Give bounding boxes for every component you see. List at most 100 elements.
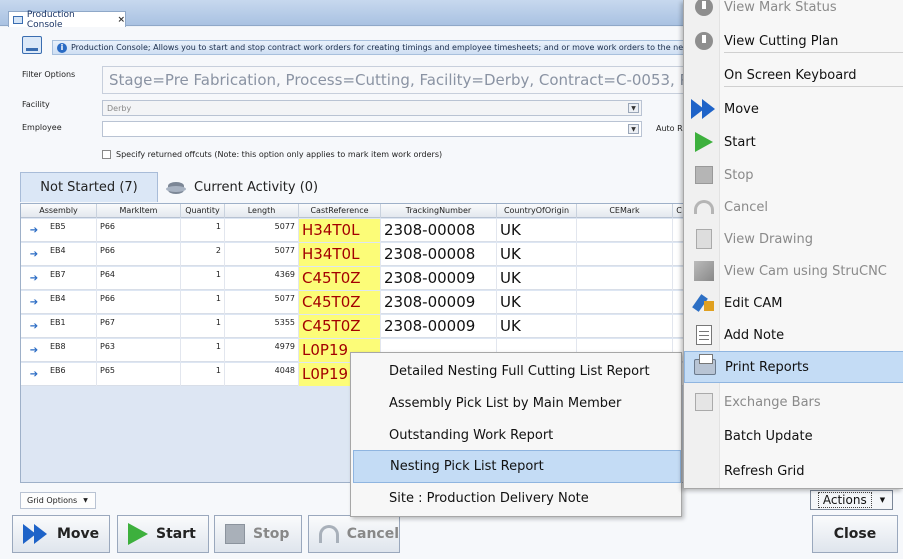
country-cell: UK	[497, 267, 577, 290]
actions-button-label: Actions	[817, 492, 872, 508]
menu-item-add-note[interactable]: Add Note	[684, 319, 903, 351]
tab-current-activity-label: Current Activity (0)	[194, 179, 319, 195]
country-cell: UK	[497, 243, 577, 266]
offcuts-checkbox[interactable]	[102, 150, 111, 159]
menu-item-start[interactable]: Start	[684, 126, 903, 158]
markitem-cell: P63	[97, 339, 181, 362]
stop-button[interactable]: Stop	[214, 515, 302, 553]
menu-item-refresh-grid[interactable]: Refresh Grid	[684, 455, 903, 487]
row-action-icon[interactable]: ➔	[21, 315, 47, 338]
column-header[interactable]: CEMark	[577, 204, 673, 218]
cancel-button-label: Cancel	[346, 526, 399, 542]
info-banner: i Production Console; Allows you to star…	[52, 40, 692, 55]
menu-item-cancel[interactable]: Cancel	[684, 191, 903, 223]
row-action-icon[interactable]: ➔	[21, 267, 47, 290]
column-header[interactable]: CountryOfOrigin	[497, 204, 577, 218]
auto-label: Auto R	[656, 124, 683, 133]
row-action-icon[interactable]: ➔	[21, 339, 47, 362]
filter-options-field[interactable]: Stage=Pre Fabrication, Process=Cutting, …	[102, 66, 692, 94]
chevron-down-icon: ▼	[628, 103, 639, 113]
table-row[interactable]: ➔ EB4 P66 2 5077 H34T0L 2308-00008 UK	[21, 243, 684, 266]
row-action-icon[interactable]: ➔	[21, 243, 47, 266]
menu-icon-slot	[684, 126, 724, 158]
table-row[interactable]: ➔ EB4 P66 1 5077 C45T0Z 2308-00009 UK	[21, 291, 684, 314]
column-header[interactable]: Quantity	[181, 204, 225, 218]
menu-item-move[interactable]: Move	[684, 93, 903, 125]
row-action-icon[interactable]: ➔	[21, 219, 47, 242]
length-cell: 5355	[225, 315, 299, 338]
table-row[interactable]: ➔ EB1 P67 1 5355 C45T0Z 2308-00009 UK	[21, 315, 684, 338]
tab-close-button[interactable]: ×	[117, 15, 125, 25]
menu-item-print-reports[interactable]: Print Reports	[684, 351, 903, 383]
length-cell: 5077	[225, 243, 299, 266]
tab-current-activity[interactable]: Current Activity (0)	[164, 172, 318, 202]
row-action-icon[interactable]: ➔	[21, 363, 47, 386]
menu-item-exchange-bars[interactable]: Exchange Bars	[684, 386, 903, 418]
start-button-label: Start	[156, 526, 196, 542]
length-cell: 4369	[225, 267, 299, 290]
assembly-cell: EB1	[47, 315, 97, 338]
quantity-cell: 1	[181, 363, 225, 386]
menu-item-label: View Cutting Plan	[724, 33, 839, 49]
menu-item-view-cam-using-strucnc[interactable]: View Cam using StruCNC	[684, 255, 903, 287]
row-action-icon[interactable]: ➔	[21, 291, 47, 314]
tracking-number-cell: 2308-00008	[381, 243, 497, 266]
menu-icon-slot	[684, 319, 724, 351]
report-item-highlighted[interactable]: Nesting Pick List Report	[353, 450, 681, 483]
note-icon	[696, 325, 712, 345]
column-header[interactable]: MarkItem	[97, 204, 181, 218]
menu-icon-slot	[684, 255, 724, 287]
menu-item-label: Batch Update	[724, 428, 813, 444]
tracking-number-cell: 2308-00008	[381, 219, 497, 242]
country-cell: UK	[497, 315, 577, 338]
filter-options-label: Filter Options	[22, 70, 76, 79]
table-row[interactable]: ➔ EB7 P64 1 4369 C45T0Z 2308-00009 UK	[21, 267, 684, 290]
cemark-cell	[577, 243, 673, 266]
report-item[interactable]: Detailed Nesting Full Cutting List Repor…	[351, 355, 683, 388]
start-button[interactable]: Start	[117, 515, 209, 553]
facility-select: Derby ▼	[102, 100, 642, 116]
print-reports-submenu: Detailed Nesting Full Cutting List Repor…	[350, 352, 682, 517]
cancel-button[interactable]: Cancel	[308, 515, 400, 553]
actions-button[interactable]: Actions ▼	[810, 490, 893, 510]
menu-item-view-drawing[interactable]: View Drawing	[684, 223, 903, 255]
menu-item-label: Add Note	[724, 327, 785, 343]
cancel-icon	[319, 525, 339, 543]
column-header[interactable]: Assembly	[21, 204, 97, 218]
cemark-cell	[577, 291, 673, 314]
tab-production-console[interactable]: Production Console ×	[8, 10, 126, 30]
menu-icon-slot	[684, 159, 724, 191]
length-cell: 4979	[225, 339, 299, 362]
menu-icon-slot	[684, 93, 724, 125]
printer-icon	[694, 354, 716, 375]
menu-item-stop[interactable]: Stop	[684, 159, 903, 191]
markitem-cell: P66	[97, 219, 181, 242]
table-row[interactable]: ➔ EB5 P66 1 5077 H34T0L 2308-00008 UK	[21, 219, 684, 242]
report-item[interactable]: Site : Production Delivery Note	[351, 482, 683, 515]
column-header[interactable]: CastReference	[299, 204, 381, 218]
employee-select[interactable]: ▼	[102, 121, 642, 137]
tracking-number-cell: 2308-00009	[381, 291, 497, 314]
column-header[interactable]: Length	[225, 204, 299, 218]
length-cell: 5077	[225, 219, 299, 242]
menu-item-view-mark-status[interactable]: View Mark Status	[684, 0, 903, 23]
database-icon	[164, 176, 188, 198]
move-button[interactable]: Move	[12, 515, 110, 553]
close-button[interactable]: Close	[812, 515, 898, 553]
menu-item-batch-update[interactable]: Batch Update	[684, 420, 903, 452]
menu-icon-slot	[684, 25, 724, 57]
tab-not-started[interactable]: Not Started (7)	[20, 172, 158, 202]
production-console-window: { "tab": { "title": "Production Console"…	[0, 0, 903, 559]
menu-item-label: View Mark Status	[724, 0, 837, 15]
move-button-label: Move	[57, 526, 100, 542]
cast-reference-cell: H34T0L	[299, 243, 381, 266]
column-header[interactable]: TrackingNumber	[381, 204, 497, 218]
report-item[interactable]: Outstanding Work Report	[351, 419, 683, 452]
tracking-number-cell: 2308-00009	[381, 267, 497, 290]
status-icon	[695, 0, 713, 16]
grid-options-button[interactable]: Grid Options ▼	[20, 492, 96, 509]
quantity-cell: 1	[181, 315, 225, 338]
menu-item-edit-cam[interactable]: Edit CAM	[684, 287, 903, 319]
chevron-down-icon[interactable]: ▼	[628, 124, 639, 134]
report-item[interactable]: Assembly Pick List by Main Member	[351, 387, 683, 420]
